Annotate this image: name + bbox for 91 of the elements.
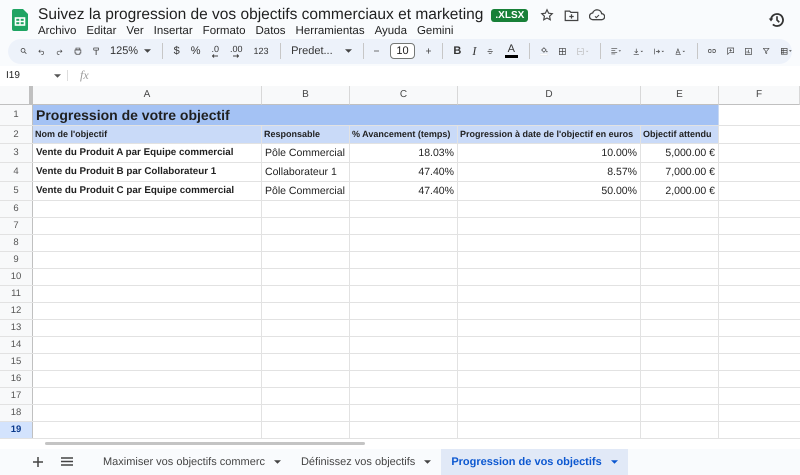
table-cell: Vente du Produit B par Collaborateur 1 bbox=[33, 162, 262, 181]
table-cell: 2,000.00 € bbox=[641, 182, 719, 200]
column-header[interactable]: E bbox=[641, 86, 719, 105]
table-cell: Pôle Commercial bbox=[262, 182, 350, 200]
row-header[interactable]: 14 bbox=[0, 336, 33, 353]
menu-icon[interactable] bbox=[61, 457, 73, 466]
increase-decimals-button[interactable]: .00 bbox=[230, 44, 243, 58]
row-header[interactable]: 11 bbox=[0, 286, 33, 302]
decrease-decimals-button[interactable]: .0 bbox=[212, 44, 220, 58]
sheet-tab[interactable]: Maximiser vos objectifs commerc bbox=[93, 448, 291, 475]
column-header[interactable]: A bbox=[33, 86, 262, 105]
document-title[interactable]: Suivez la progression de vos objectifs commerciaux et marketing bbox=[38, 6, 484, 24]
title-cell: Progression de votre objectif bbox=[33, 104, 719, 125]
menu-item[interactable]: Herramientas bbox=[296, 25, 365, 37]
row-header[interactable]: 2 bbox=[0, 126, 33, 143]
row-header[interactable]: 13 bbox=[0, 320, 33, 336]
sheets-logo-icon[interactable] bbox=[12, 9, 28, 31]
column-header[interactable]: D bbox=[458, 86, 641, 105]
caret-icon bbox=[344, 49, 352, 54]
sheet-tab[interactable]: Progression de vos objectifs bbox=[441, 448, 628, 475]
menu-item[interactable]: Ver bbox=[126, 25, 144, 37]
table-cell: Responsable bbox=[262, 126, 350, 143]
add-sheet-icon[interactable] bbox=[33, 456, 43, 467]
table-cell: Pôle Commercial bbox=[262, 144, 350, 162]
table-cell: Objectif attendu bbox=[641, 126, 719, 143]
caret-icon bbox=[610, 460, 618, 464]
plus-icon[interactable] bbox=[426, 46, 431, 56]
row-header[interactable]: 6 bbox=[0, 200, 33, 217]
text-color-button[interactable]: A bbox=[504, 44, 518, 58]
percent-button[interactable]: % bbox=[190, 45, 201, 58]
font-size-field[interactable]: 10 bbox=[390, 43, 415, 60]
sheet-tab[interactable]: Définissez vos objectifs bbox=[290, 448, 442, 475]
column-header[interactable]: F bbox=[719, 86, 800, 105]
align-left-icon[interactable] bbox=[611, 45, 622, 58]
row-header[interactable]: 17 bbox=[0, 388, 33, 404]
star-icon[interactable] bbox=[540, 8, 554, 22]
row-header[interactable]: 15 bbox=[0, 354, 33, 370]
name-box[interactable]: I19 bbox=[0, 70, 68, 82]
table-cell: Nom de l'objectif bbox=[33, 126, 262, 143]
table-cell: Vente du Produit A par Equipe commercial bbox=[33, 144, 262, 162]
table-cell: % Avancement (temps) bbox=[350, 126, 458, 143]
table-cell: 10.00% bbox=[458, 144, 641, 162]
menu-item[interactable]: Gemini bbox=[416, 25, 454, 37]
table-cell: 18.03% bbox=[350, 144, 458, 162]
menu-item[interactable]: Archivo bbox=[38, 25, 76, 37]
table-cell: Collaborateur 1 bbox=[262, 162, 350, 181]
caret-icon bbox=[274, 460, 281, 464]
table-cell: Progression à date de l'objectif en euros bbox=[458, 126, 641, 143]
number-format-button[interactable]: 123 bbox=[254, 46, 269, 56]
font-dropdown[interactable]: Predet... bbox=[291, 45, 352, 58]
history-icon[interactable] bbox=[768, 11, 786, 29]
row-header[interactable]: 7 bbox=[0, 218, 33, 234]
caret-icon bbox=[144, 49, 152, 54]
table-cell: Vente du Produit C par Equipe commercial bbox=[33, 182, 262, 200]
table-cell: 8.57% bbox=[458, 162, 641, 181]
row-header[interactable]: 12 bbox=[0, 302, 33, 319]
table-cell: 50.00% bbox=[458, 182, 641, 200]
column-header[interactable]: C bbox=[350, 86, 458, 105]
menu-item[interactable]: Datos bbox=[256, 25, 286, 37]
currency-button[interactable]: $ bbox=[174, 45, 180, 58]
table-cell: 7,000.00 € bbox=[641, 162, 719, 181]
table-cell: 47.40% bbox=[350, 162, 458, 181]
row-header[interactable]: 1 bbox=[0, 104, 33, 125]
row-header[interactable]: 16 bbox=[0, 370, 33, 387]
row-header[interactable]: 9 bbox=[0, 252, 33, 268]
folder-icon[interactable] bbox=[564, 8, 580, 22]
bold-button[interactable]: B bbox=[453, 45, 462, 58]
row-header[interactable]: 8 bbox=[0, 234, 33, 251]
column-header[interactable]: B bbox=[262, 86, 350, 105]
row-header[interactable]: 18 bbox=[0, 404, 33, 421]
menu-item[interactable]: Editar bbox=[86, 25, 116, 37]
zoom-dropdown[interactable]: 125% bbox=[110, 45, 152, 58]
scrollbar[interactable] bbox=[45, 442, 365, 446]
italic-button[interactable]: I bbox=[472, 44, 476, 59]
menu-item[interactable]: Ayuda bbox=[374, 25, 407, 37]
menu-item[interactable]: Formato bbox=[202, 25, 246, 37]
fx-label: fx bbox=[80, 68, 89, 84]
caret-icon bbox=[54, 74, 61, 78]
arrow-icon bbox=[212, 54, 218, 58]
arrow-icon bbox=[233, 54, 240, 58]
cloud-icon[interactable] bbox=[589, 9, 606, 21]
menu-item[interactable]: Insertar bbox=[154, 25, 193, 37]
row-header[interactable]: 19 bbox=[0, 422, 33, 438]
row-header[interactable]: 10 bbox=[0, 268, 33, 285]
caret-icon bbox=[424, 460, 432, 464]
row-header[interactable]: 4 bbox=[0, 162, 33, 181]
row-header[interactable]: 3 bbox=[0, 144, 33, 162]
file-format-badge: .XLSX bbox=[491, 8, 528, 22]
row-header[interactable]: 5 bbox=[0, 182, 33, 200]
table-cell: 47.40% bbox=[350, 182, 458, 200]
table-cell: 5,000.00 € bbox=[641, 144, 719, 162]
